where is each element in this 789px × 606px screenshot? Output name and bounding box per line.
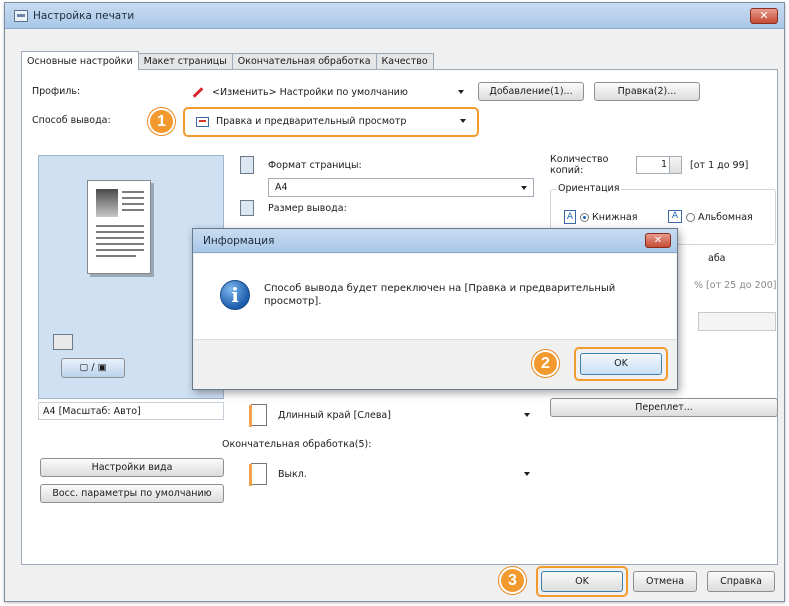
- chevron-down-icon: [521, 186, 527, 190]
- restore-defaults-button[interactable]: Восс. параметры по умолчанию: [40, 484, 224, 503]
- landscape-label: Альбомная: [698, 212, 753, 223]
- output-method-label: Способ вывода:: [32, 115, 111, 126]
- portrait-icon: A: [564, 210, 576, 224]
- pencil-icon: [192, 87, 204, 98]
- help-button[interactable]: Справка: [707, 571, 775, 592]
- preview-page: [87, 180, 151, 274]
- scale-label: аба: [708, 253, 726, 264]
- information-dialog: Информация ✕ i Способ вывода будет перек…: [192, 228, 678, 390]
- preview-mode-toggle[interactable]: ▢ / ▣: [61, 358, 125, 378]
- copies-spinner[interactable]: 1: [636, 156, 682, 174]
- window-title: Настройка печати: [33, 10, 135, 22]
- ok-button-highlight: [536, 566, 628, 597]
- page-size-icon: [240, 156, 254, 174]
- finishing-icon: [249, 463, 267, 486]
- printer-device-icon: [53, 334, 73, 350]
- landscape-radio[interactable]: [686, 213, 695, 222]
- scale-field[interactable]: [698, 312, 776, 331]
- finishing-select[interactable]: Выкл.: [272, 465, 536, 484]
- output-size-label: Размер вывода:: [268, 203, 347, 214]
- tab-strip: Основные настройки Макет страницы Оконча…: [21, 51, 434, 70]
- tab-finishing[interactable]: Окончательная обработка: [231, 53, 377, 70]
- dialog-close-button[interactable]: ✕: [645, 233, 671, 248]
- finishing-value: Выкл.: [278, 469, 307, 480]
- profile-select[interactable]: <Изменить> Настройки по умолчанию: [186, 83, 470, 102]
- preview-caption: A4 [Масштаб: Авто]: [38, 402, 224, 420]
- dialog-body: i Способ вывода будет переключен на [Пра…: [194, 254, 676, 339]
- edit-profile-button[interactable]: Правка(2)...: [594, 82, 700, 101]
- binding-icon: [249, 404, 267, 427]
- orientation-label: Ориентация: [556, 183, 622, 194]
- tab-quality[interactable]: Качество: [375, 53, 434, 70]
- landscape-icon: A: [668, 210, 682, 223]
- step-3-badge: 3: [499, 567, 526, 594]
- step-2-badge: 2: [532, 350, 559, 377]
- binding-value: Длинный край [Слева]: [278, 410, 391, 421]
- portrait-label: Книжная: [592, 212, 638, 223]
- chevron-down-icon: [458, 90, 464, 94]
- chevron-down-icon: [524, 413, 530, 417]
- cancel-button[interactable]: Отмена: [633, 571, 697, 592]
- binding-select[interactable]: Длинный край [Слева]: [272, 406, 536, 425]
- close-window-button[interactable]: ✕: [750, 8, 778, 24]
- finishing-label: Окончательная обработка(5):: [222, 439, 372, 450]
- profile-label: Профиль:: [32, 86, 81, 97]
- tab-basic-settings[interactable]: Основные настройки: [21, 51, 139, 70]
- info-icon: i: [220, 280, 250, 310]
- scale-range: % [от 25 до 200]: [694, 280, 777, 291]
- step-1-badge: 1: [148, 108, 175, 135]
- output-size-icon: [240, 200, 254, 216]
- profile-value: <Изменить> Настройки по умолчанию: [212, 87, 408, 98]
- tab-page-layout[interactable]: Макет страницы: [137, 53, 233, 70]
- dialog-ok-highlight: [574, 347, 668, 381]
- binding-button[interactable]: Переплет...: [550, 398, 778, 417]
- title-bar: Настройка печати ✕: [5, 3, 784, 29]
- dialog-title-bar: Информация ✕: [193, 229, 677, 253]
- chevron-down-icon: [524, 472, 530, 476]
- add-profile-button[interactable]: Добавление(1)...: [478, 82, 584, 101]
- page-size-value: A4: [275, 182, 288, 193]
- output-method-highlight: [183, 107, 479, 137]
- portrait-radio[interactable]: [580, 213, 589, 222]
- page-size-label: Формат страницы:: [268, 160, 362, 171]
- page-size-select[interactable]: A4: [268, 178, 534, 197]
- dialog-title: Информация: [203, 235, 275, 247]
- printer-icon: [14, 10, 28, 22]
- dialog-message: Способ вывода будет переключен на [Правк…: [264, 283, 616, 307]
- copies-label: Количество копий:: [550, 154, 609, 176]
- copies-range: [от 1 до 99]: [690, 160, 749, 171]
- view-settings-button[interactable]: Настройки вида: [40, 458, 224, 477]
